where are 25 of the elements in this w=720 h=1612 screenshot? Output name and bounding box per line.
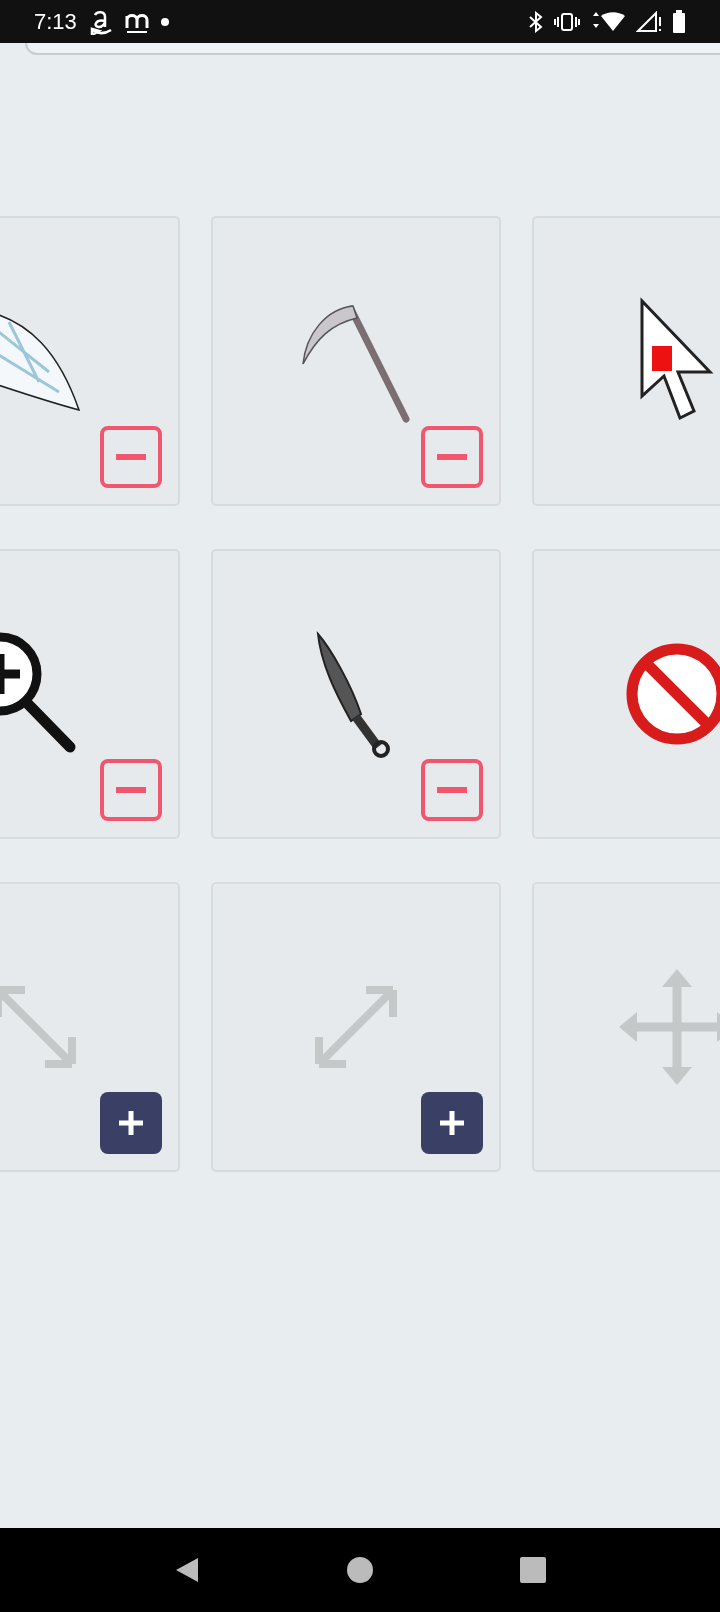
home-icon[interactable]	[347, 1557, 373, 1583]
plus-icon	[438, 1109, 466, 1137]
remove-button[interactable]	[100, 426, 162, 488]
remove-button[interactable]	[100, 759, 162, 821]
move-arrows-icon	[617, 967, 720, 1087]
recents-icon[interactable]	[520, 1557, 547, 1583]
minus-icon	[437, 454, 467, 460]
add-button[interactable]	[421, 1092, 483, 1154]
signal-icon	[636, 10, 662, 33]
plus-icon	[117, 1109, 145, 1137]
minus-icon	[116, 787, 146, 793]
cursor-card[interactable]	[211, 882, 501, 1172]
battery-icon	[672, 9, 686, 34]
no-entry-icon	[625, 642, 720, 746]
bluetooth-icon	[528, 10, 544, 33]
amazon-icon	[88, 8, 113, 35]
remove-button[interactable]	[421, 759, 483, 821]
minus-icon	[116, 454, 146, 460]
minus-icon	[437, 787, 467, 793]
add-button[interactable]	[100, 1092, 162, 1154]
wifi-icon	[590, 11, 626, 32]
status-time: 7:13	[34, 8, 77, 35]
notification-dot-icon	[160, 17, 169, 26]
vibrate-icon	[554, 11, 580, 32]
remove-button[interactable]	[421, 426, 483, 488]
